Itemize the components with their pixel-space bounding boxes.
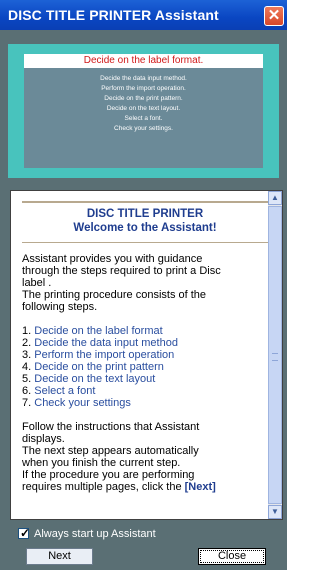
current-step: Decide on the label format. xyxy=(24,54,263,68)
always-start-label: Always start up Assistant xyxy=(34,528,156,540)
steps-panel: Decide on the label format. Decide the d… xyxy=(8,44,279,178)
step-number: 5. xyxy=(22,373,32,385)
step-number: 4. xyxy=(22,361,32,373)
scroll-up-icon[interactable]: ▲ xyxy=(268,191,282,205)
step-item: Decide on the text layout. xyxy=(106,105,181,112)
next-button[interactable]: Next xyxy=(26,548,93,565)
step-item: Check your settings. xyxy=(114,125,173,132)
check-icon: ✓ xyxy=(20,526,31,540)
assistant-window: DISC TITLE PRINTER Assistant ✕ Decide on… xyxy=(0,0,287,570)
follow-line-last: requires multiple pages, click the [Next… xyxy=(22,481,216,493)
step-link[interactable]: 6. Select a font xyxy=(22,385,95,397)
always-start-checkbox[interactable]: ✓ xyxy=(18,526,31,540)
step-text: Perform the import operation xyxy=(34,349,175,361)
close-icon[interactable]: ✕ xyxy=(264,6,284,26)
step-item: Select a font. xyxy=(124,115,163,122)
step-number: 7. xyxy=(22,397,32,409)
intro-line: Assistant provides you with guidance xyxy=(22,253,203,265)
step-text: Decide the data input method xyxy=(34,337,178,349)
step-number: 3. xyxy=(22,349,32,361)
step-number: 6. xyxy=(22,385,32,397)
step-link[interactable]: 7. Check your settings xyxy=(22,397,131,409)
scroll-grip-icon xyxy=(272,353,278,361)
step-item: Perform the import operation. xyxy=(101,85,186,92)
step-number: 2. xyxy=(22,337,32,349)
follow-line-text: requires multiple pages, click the xyxy=(22,481,185,493)
step-link[interactable]: 4. Decide on the print pattern xyxy=(22,361,164,373)
steps-list: Decide on the label format. Decide the d… xyxy=(24,54,263,168)
vertical-scrollbar[interactable]: ▲ ▼ xyxy=(268,191,282,519)
content-heading: DISC TITLE PRINTER xyxy=(86,208,204,220)
close-button[interactable]: Close xyxy=(198,548,266,565)
follow-line: If the procedure you are performing xyxy=(22,469,195,481)
help-content-panel[interactable]: DISC TITLE PRINTER Welcome to the Assist… xyxy=(10,190,283,520)
step-link[interactable]: 1. Decide on the label format xyxy=(22,325,163,337)
window-title: DISC TITLE PRINTER Assistant xyxy=(8,7,219,23)
scroll-thumb[interactable] xyxy=(268,206,282,504)
step-text: Decide on the print pattern xyxy=(34,361,164,373)
title-bar[interactable]: DISC TITLE PRINTER Assistant ✕ xyxy=(0,0,287,30)
step-item: Decide on the print pattern. xyxy=(104,95,183,102)
step-text: Check your settings xyxy=(34,397,131,409)
follow-line: The next step appears automatically xyxy=(22,445,199,457)
step-link[interactable]: 2. Decide the data input method xyxy=(22,337,178,349)
step-item: Decide the data input method. xyxy=(100,75,187,82)
follow-line: displays. xyxy=(22,433,65,445)
intro-line: through the steps required to print a Di… xyxy=(22,265,221,277)
next-keyword: [Next] xyxy=(184,481,216,493)
step-text: Decide on the text layout xyxy=(34,373,156,385)
intro-line: label . xyxy=(22,277,52,289)
intro-line: The printing procedure consists of the xyxy=(22,289,207,301)
content-subheading: Welcome to the Assistant! xyxy=(73,222,217,234)
step-link[interactable]: 3. Perform the import operation xyxy=(22,349,174,361)
divider xyxy=(22,201,268,203)
divider xyxy=(22,242,268,243)
step-text: Select a font xyxy=(34,385,96,397)
step-link[interactable]: 5. Decide on the text layout xyxy=(22,373,155,385)
step-number: 1. xyxy=(22,325,32,337)
follow-line: Follow the instructions that Assistant xyxy=(22,421,200,433)
intro-line: following steps. xyxy=(22,301,98,313)
follow-line: when you finish the current step. xyxy=(22,457,181,469)
step-text: Decide on the label format xyxy=(34,325,163,337)
scroll-down-icon[interactable]: ▼ xyxy=(268,505,282,519)
